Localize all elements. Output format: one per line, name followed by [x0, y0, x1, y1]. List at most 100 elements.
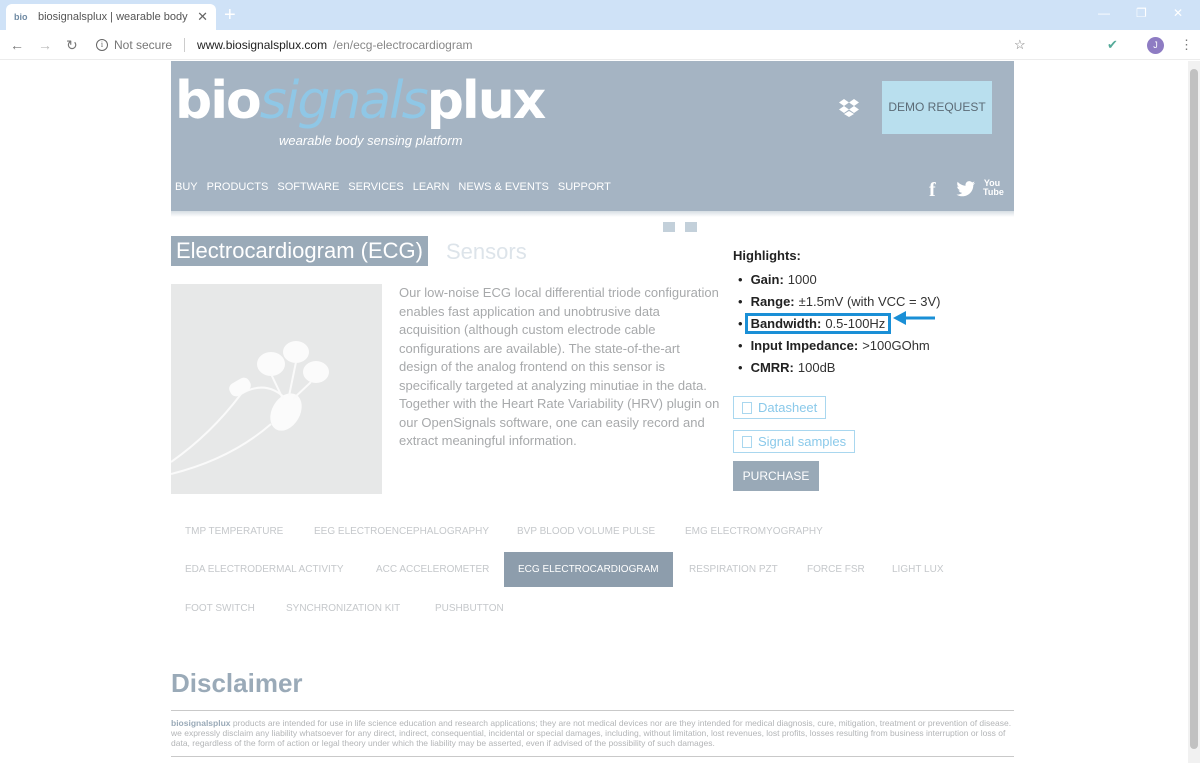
- highlight-cmrr: • CMRR: 100dB: [733, 356, 941, 378]
- highlight-value: 1000: [787, 271, 817, 287]
- maximize-icon[interactable]: ❐: [1136, 6, 1147, 20]
- sensor-tab-pushbutton[interactable]: PUSHBUTTON: [421, 591, 518, 626]
- sensor-tab-sync-kit[interactable]: SYNCHRONIZATION KIT: [272, 591, 414, 626]
- page-subtitle: Sensors: [446, 239, 527, 264]
- reload-icon[interactable]: ↻: [66, 37, 78, 54]
- site-header: biosignalsplux wearable body sensing pla…: [171, 61, 1014, 211]
- datasheet-button[interactable]: Datasheet: [733, 396, 827, 419]
- bandwidth-highlight-box: Bandwidth: 0.5-100Hz: [744, 312, 892, 334]
- logo-plux: plux: [426, 71, 547, 131]
- disclaimer-body: products are intended for use in life sc…: [171, 718, 1012, 748]
- scrollbar-thumb[interactable]: [1190, 69, 1198, 749]
- address-bar[interactable]: i Not secure www.biosignalsplux.com/en/e…: [96, 35, 996, 55]
- signal-samples-label: Signal samples: [758, 434, 847, 449]
- url-host: www.biosignalsplux.com: [197, 38, 328, 52]
- nav-products[interactable]: PRODUCTS: [207, 181, 269, 193]
- highlight-value: 0.5-100Hz: [825, 315, 886, 331]
- demo-request-button[interactable]: DEMO REQUEST: [882, 81, 992, 134]
- purchase-button[interactable]: PURCHASE: [733, 461, 819, 491]
- highlight-value: ±1.5mV (with VCC = 3V): [798, 293, 941, 309]
- nav-services[interactable]: SERVICES: [348, 181, 403, 193]
- disclaimer-text: biosignalsplux products are intended for…: [171, 718, 1014, 748]
- sensor-tab-eeg[interactable]: EEG ELECTROENCEPHALOGRAPHY: [300, 514, 503, 549]
- facebook-icon[interactable]: f: [929, 179, 936, 202]
- highlights-title: Highlights:: [733, 248, 801, 263]
- sensor-tab-foot-switch[interactable]: FOOT SWITCH: [171, 591, 269, 626]
- divider: [171, 710, 1014, 711]
- datasheet-label: Datasheet: [758, 400, 818, 415]
- sensor-tab-eda[interactable]: EDA ELECTRODERMAL ACTIVITY: [171, 552, 358, 587]
- bullet: •: [738, 315, 743, 331]
- close-window-icon[interactable]: ✕: [1173, 6, 1183, 20]
- sensor-tab-ecg[interactable]: ECG ELECTROCARDIOGRAM: [504, 552, 673, 587]
- page-title: Electrocardiogram (ECG): [176, 238, 423, 263]
- highlight-range: • Range: ±1.5mV (with VCC = 3V): [733, 290, 941, 312]
- sensor-tab-tmp[interactable]: TMP TEMPERATURE: [171, 514, 297, 549]
- menu-icon[interactable]: ⋮: [1180, 37, 1193, 53]
- browser-titlebar: bio biosignalsplux | wearable body s... …: [0, 0, 1200, 30]
- nav-learn[interactable]: LEARN: [413, 181, 450, 193]
- security-label: Not secure: [114, 38, 173, 52]
- highlight-label: Input Impedance:: [750, 337, 859, 353]
- header-shadow: [171, 211, 1014, 217]
- bullet: •: [738, 271, 743, 287]
- sensor-tab-force[interactable]: FORCE FSR: [793, 552, 879, 587]
- sensor-tab-emg[interactable]: EMG ELECTROMYOGRAPHY: [671, 514, 837, 549]
- forward-icon[interactable]: →: [38, 37, 52, 53]
- highlight-label: Gain:: [750, 271, 784, 287]
- product-image: [171, 284, 382, 494]
- bullet: •: [738, 359, 743, 375]
- print-icon[interactable]: [663, 222, 675, 232]
- ecg-sensor-illustration: [171, 341, 329, 475]
- disclaimer-title: Disclaimer: [171, 668, 303, 698]
- tab-title: biosignalsplux | wearable body s...: [38, 11, 190, 23]
- avatar[interactable]: J: [1147, 37, 1164, 54]
- page-title-box: Electrocardiogram (ECG): [171, 236, 428, 266]
- url-path: /en/ecg-electrocardiogram: [333, 38, 473, 52]
- nav-news-events[interactable]: NEWS & EVENTS: [458, 181, 548, 193]
- dropbox-icon[interactable]: [838, 97, 860, 119]
- disclaimer-brand: biosignalsplux: [171, 718, 231, 728]
- signal-samples-button[interactable]: Signal samples: [733, 430, 856, 453]
- page-scrollbar[interactable]: [1188, 61, 1200, 763]
- bullet: •: [738, 337, 743, 353]
- annotation-arrow-icon: [893, 311, 935, 325]
- bullet: •: [738, 293, 743, 309]
- url-separator: [184, 38, 186, 52]
- bookmark-star-icon[interactable]: ☆: [1014, 37, 1026, 53]
- favicon-icon: bio: [14, 12, 28, 22]
- close-tab-icon[interactable]: ✕: [197, 9, 208, 25]
- logo-tagline: wearable body sensing platform: [279, 133, 463, 148]
- highlight-value: >100GOhm: [862, 337, 930, 353]
- highlight-label: CMRR:: [750, 359, 794, 375]
- new-tab-button[interactable]: +: [224, 4, 236, 26]
- logo-signals: signals: [259, 71, 429, 131]
- info-icon[interactable]: i: [96, 39, 108, 51]
- nav-support[interactable]: SUPPORT: [558, 181, 611, 193]
- back-icon[interactable]: ←: [10, 37, 24, 53]
- email-icon[interactable]: [685, 222, 697, 232]
- main-nav: BUY PRODUCTS SOFTWARE SERVICES LEARN NEW…: [175, 181, 611, 193]
- highlight-gain: • Gain: 1000: [733, 268, 941, 290]
- minimize-icon[interactable]: —: [1098, 6, 1110, 20]
- highlight-label: Range:: [750, 293, 795, 309]
- page-utility-icons: [663, 222, 697, 232]
- pdf-icon: [742, 401, 752, 414]
- product-description: Our low-noise ECG local differential tri…: [399, 285, 720, 448]
- document-icon: [742, 435, 752, 448]
- site-logo[interactable]: biosignalsplux: [175, 71, 547, 131]
- divider: [171, 756, 1014, 757]
- web-page: biosignalsplux wearable body sensing pla…: [0, 61, 1188, 763]
- browser-tab[interactable]: bio biosignalsplux | wearable body s... …: [6, 4, 216, 30]
- extension-check-icon[interactable]: ✔: [1107, 37, 1118, 53]
- highlight-label: Bandwidth:: [750, 315, 822, 331]
- sensor-tab-acc[interactable]: ACC ACCELEROMETER: [362, 552, 503, 587]
- nav-buy[interactable]: BUY: [175, 181, 198, 193]
- sensor-tab-bvp[interactable]: BVP BLOOD VOLUME PULSE: [503, 514, 669, 549]
- sensor-tab-respiration[interactable]: RESPIRATION PZT: [675, 552, 792, 587]
- youtube-icon[interactable]: You Tube: [983, 179, 1004, 197]
- nav-software[interactable]: SOFTWARE: [277, 181, 339, 193]
- sensor-tab-light[interactable]: LIGHT LUX: [878, 552, 958, 587]
- twitter-icon[interactable]: [956, 181, 976, 197]
- browser-toolbar: ← → ↻ i Not secure www.biosignalsplux.co…: [0, 30, 1200, 81]
